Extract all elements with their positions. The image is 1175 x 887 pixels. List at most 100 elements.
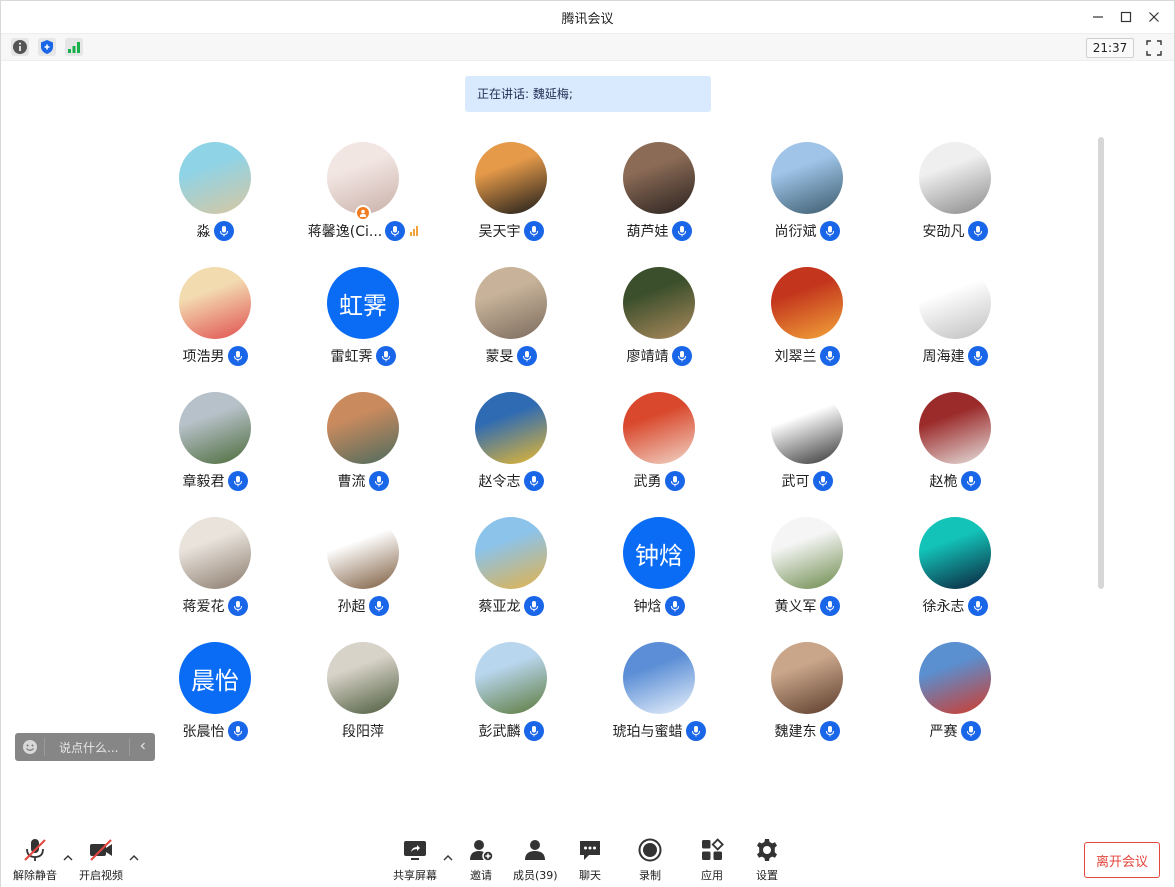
- chevron-left-icon: [140, 742, 145, 750]
- mic-icon: [960, 471, 981, 491]
- members-button[interactable]: 成员(39): [513, 837, 558, 883]
- start-video-button[interactable]: 开启视频: [79, 837, 123, 883]
- window-controls: [1086, 5, 1166, 29]
- avatar: [919, 517, 991, 589]
- participant-name: 项浩男: [182, 349, 225, 365]
- avatar: 晨怡: [179, 642, 251, 714]
- avatar: [771, 642, 843, 714]
- unmute-button[interactable]: 解除静音: [13, 837, 57, 883]
- apps-icon: [702, 838, 724, 860]
- participant-tile[interactable]: 葫芦娃: [595, 141, 743, 266]
- participant-tile[interactable]: 蒙旻: [447, 266, 595, 391]
- participant-name-row: 魏建东: [743, 721, 871, 741]
- emoji-button[interactable]: [15, 738, 45, 756]
- minimize-button[interactable]: [1086, 5, 1110, 29]
- participant-tile[interactable]: 淼: [151, 141, 299, 266]
- share-options-chevron-icon[interactable]: [442, 853, 454, 863]
- minimize-icon: [1093, 16, 1103, 18]
- participant-tile[interactable]: 项浩男: [151, 266, 299, 391]
- leave-meeting-button[interactable]: 离开会议: [1084, 842, 1160, 878]
- participant-name-row: 曹流: [299, 471, 427, 491]
- settings-label: 设置: [756, 869, 778, 882]
- participant-tile[interactable]: 赵令志: [447, 391, 595, 516]
- participant-tile[interactable]: 琥珀与蜜蜡: [595, 641, 743, 766]
- participant-tile[interactable]: 严赛: [891, 641, 1039, 766]
- mic-icon: [227, 721, 248, 741]
- participant-tile[interactable]: 曹流: [299, 391, 447, 516]
- participant-tile[interactable]: 蒋馨逸(Ci...: [299, 141, 447, 266]
- mic-icon: [368, 596, 389, 616]
- mic-icon: [227, 596, 248, 616]
- meeting-info-button[interactable]: [11, 38, 29, 56]
- participant-tile[interactable]: 周海建: [891, 266, 1039, 391]
- participant-tile[interactable]: 魏建东: [743, 641, 891, 766]
- participant-tile[interactable]: 吴天宇: [447, 141, 595, 266]
- chat-label: 聊天: [579, 869, 601, 882]
- participant-tile[interactable]: 章毅君: [151, 391, 299, 516]
- settings-button[interactable]: 设置: [754, 837, 780, 883]
- participant-name: 赵令志: [478, 474, 521, 490]
- mic-icon: [664, 471, 685, 491]
- mic-icon: [819, 221, 840, 241]
- members-label: 成员(39): [513, 869, 558, 882]
- participant-tile[interactable]: 武勇: [595, 391, 743, 516]
- participant-name-row: 章毅君: [151, 471, 279, 491]
- security-button[interactable]: [38, 38, 56, 56]
- participant-name-row: 吴天宇: [447, 221, 575, 241]
- participant-tile[interactable]: 钟焓 钟焓: [595, 516, 743, 641]
- participant-name: 武勇: [633, 474, 662, 490]
- participant-name-row: 安劭凡: [891, 221, 1019, 241]
- network-status-button[interactable]: [65, 38, 83, 56]
- members-icon: [525, 840, 546, 860]
- participant-name-row: 琥珀与蜜蜡: [595, 721, 723, 741]
- chat-button[interactable]: 聊天: [577, 837, 603, 883]
- avatar: [179, 142, 251, 214]
- apps-button[interactable]: 应用: [699, 837, 725, 883]
- participant-tile[interactable]: 廖靖靖: [595, 266, 743, 391]
- participant-tile[interactable]: 段阳萍: [299, 641, 447, 766]
- participant-name-row: 武可: [743, 471, 871, 491]
- participant-tile[interactable]: 武可: [743, 391, 891, 516]
- close-button[interactable]: [1142, 5, 1166, 29]
- participant-tile[interactable]: 虹霁 雷虹霁: [299, 266, 447, 391]
- audio-options-chevron-icon[interactable]: [62, 853, 74, 863]
- participant-tile[interactable]: 彭武麟: [447, 641, 595, 766]
- participant-tile[interactable]: 尚衍斌: [743, 141, 891, 266]
- participant-name-row: 周海建: [891, 346, 1019, 366]
- collapse-chat-button[interactable]: [129, 738, 155, 756]
- participant-tile[interactable]: 蒋爱花: [151, 516, 299, 641]
- quick-chat-box[interactable]: 说点什么...: [15, 733, 155, 761]
- participant-scrollbar[interactable]: [1098, 137, 1104, 589]
- mic-icon: [685, 721, 706, 741]
- participant-name: 张晨怡: [182, 724, 225, 740]
- invite-button[interactable]: 邀请: [468, 837, 494, 883]
- participant-tile[interactable]: 黄义军: [743, 516, 891, 641]
- mic-icon: [523, 471, 544, 491]
- maximize-button[interactable]: [1114, 5, 1138, 29]
- video-options-chevron-icon[interactable]: [128, 853, 140, 863]
- participant-tile[interactable]: 刘翠兰: [743, 266, 891, 391]
- quick-chat-placeholder[interactable]: 说点什么...: [45, 739, 129, 756]
- participant-name-row: 徐永志: [891, 596, 1019, 616]
- participant-tile[interactable]: 赵桅: [891, 391, 1039, 516]
- mic-icon: [664, 596, 685, 616]
- avatar: [475, 642, 547, 714]
- participant-tile[interactable]: 安劭凡: [891, 141, 1039, 266]
- avatar: [919, 392, 991, 464]
- participant-tile[interactable]: 晨怡 张晨怡: [151, 641, 299, 766]
- avatar: [919, 142, 991, 214]
- window-title: 腾讯会议: [561, 12, 614, 27]
- participant-tile[interactable]: 蔡亚龙: [447, 516, 595, 641]
- participant-name: 葫芦娃: [626, 224, 669, 240]
- participant-tile[interactable]: 徐永志: [891, 516, 1039, 641]
- share-screen-button[interactable]: 共享屏幕: [393, 837, 437, 883]
- participant-name-row: 孙超: [299, 596, 427, 616]
- start-video-label: 开启视频: [79, 869, 123, 882]
- record-button[interactable]: 录制: [637, 837, 663, 883]
- chat-icon: [580, 841, 600, 860]
- participant-name-row: 严赛: [891, 721, 1019, 741]
- invite-label: 邀请: [470, 869, 492, 882]
- participant-tile[interactable]: 孙超: [299, 516, 447, 641]
- share-screen-icon: [404, 841, 426, 860]
- fullscreen-icon[interactable]: [1145, 39, 1163, 57]
